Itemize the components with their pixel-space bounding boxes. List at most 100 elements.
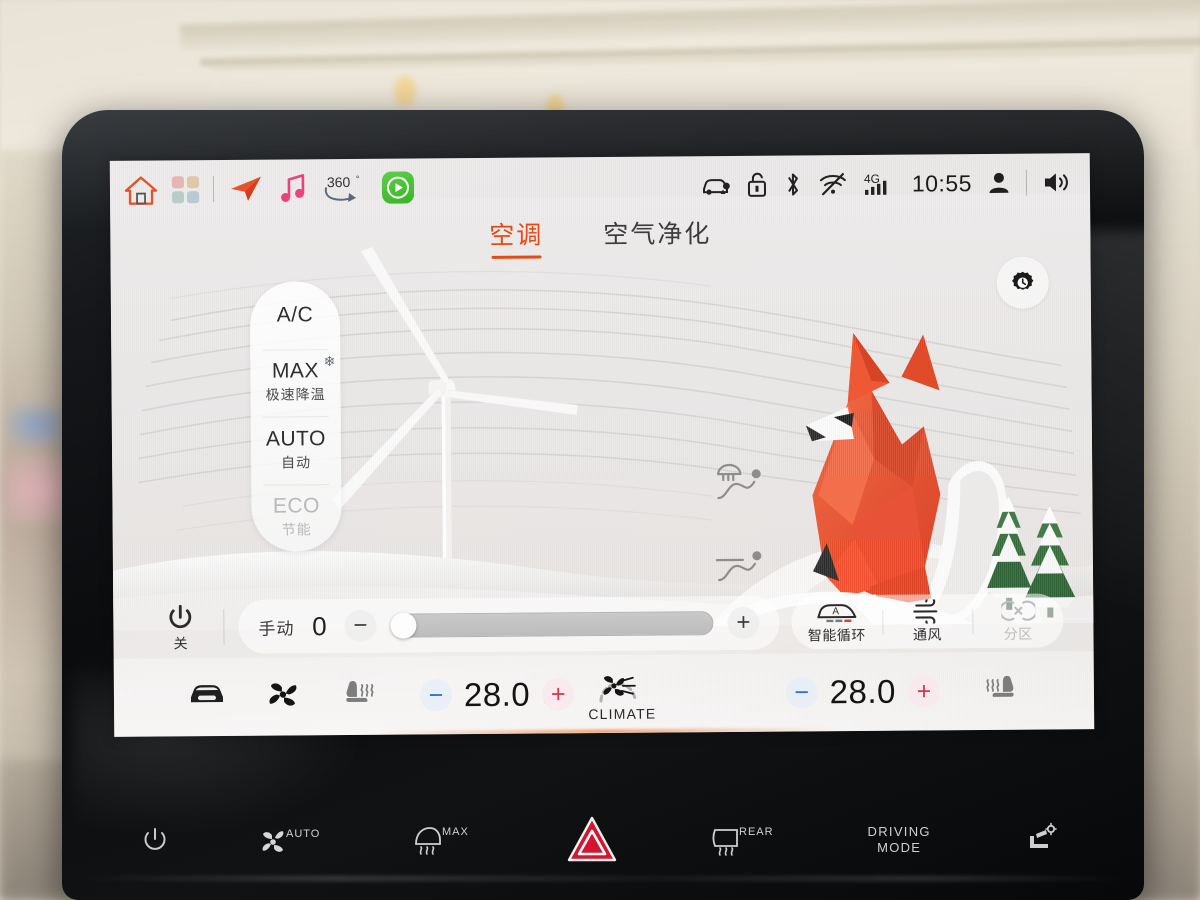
hazard-button-hw[interactable] bbox=[565, 814, 619, 866]
network-type-label: 4G bbox=[864, 172, 880, 186]
fan-control-bar: 关 手动 0 − + A 智能循环 通风 分区 bbox=[143, 589, 1064, 658]
driver-temp-increase-button[interactable]: + bbox=[542, 678, 575, 711]
fan-icon bbox=[269, 682, 297, 706]
clock: 10:55 bbox=[911, 169, 973, 197]
gear-icon bbox=[1012, 271, 1034, 290]
status-bar: 360 ° 4G 10:55 bbox=[110, 153, 1090, 219]
mode-sublabel-max: 极速降温 bbox=[265, 386, 326, 403]
climate-button[interactable]: CLIMATE bbox=[574, 666, 670, 722]
seat-adjust-icon bbox=[1029, 822, 1057, 848]
fan-button[interactable] bbox=[266, 678, 300, 715]
auto-label: AUTO bbox=[286, 828, 320, 840]
fan-auto-button-hw[interactable]: AUTO bbox=[259, 823, 321, 857]
passenger-temp-group: − 28.0 + bbox=[785, 672, 941, 711]
music-icon[interactable] bbox=[278, 172, 308, 204]
hardware-button-row: AUTO MAX REAR DRIVING MODE bbox=[62, 805, 1138, 875]
grid-cell-4 bbox=[186, 190, 200, 203]
car-front-icon bbox=[190, 684, 224, 702]
status-bar-left: 360 ° bbox=[124, 170, 415, 206]
climate-icon bbox=[599, 675, 637, 703]
power-icon bbox=[144, 828, 166, 850]
driver-temp-group: − 28.0 + bbox=[419, 675, 575, 714]
power-button-hw[interactable] bbox=[140, 824, 170, 856]
passenger-temp-increase-button[interactable]: + bbox=[907, 675, 941, 708]
ceiling-light-1 bbox=[394, 76, 416, 106]
air-mode-dual-zone[interactable]: 分区 bbox=[973, 598, 1064, 644]
air-mode-smart-recirculation[interactable]: A 智能循环 bbox=[791, 599, 882, 645]
dock-left-group: − 28.0 + bbox=[114, 675, 575, 718]
status-divider-left bbox=[212, 176, 215, 203]
fan-speed-value: 0 bbox=[312, 610, 327, 641]
fan-speed-panel: 手动 0 − + bbox=[238, 595, 780, 654]
fan-speed-slider[interactable] bbox=[390, 610, 714, 639]
mode-label-eco: ECO bbox=[272, 494, 321, 518]
air-mode-label-dual-zone: 分区 bbox=[1003, 625, 1033, 642]
seat-adjust-button-hw[interactable] bbox=[1020, 822, 1060, 858]
mode-button-max[interactable]: MAX ❄ 极速降温 bbox=[250, 349, 341, 417]
heated-seat-right-icon bbox=[986, 675, 1014, 697]
section-tabs: 空调 空气净化 bbox=[110, 211, 1090, 262]
ventilation-icon bbox=[913, 598, 938, 624]
rear-defrost-icon: REAR bbox=[713, 826, 773, 856]
wifi-off-icon[interactable] bbox=[818, 171, 848, 197]
climate-label: CLIMATE bbox=[588, 705, 657, 722]
car-location-icon[interactable] bbox=[701, 173, 731, 197]
background-blue-blur bbox=[8, 405, 68, 445]
climate-dock: − 28.0 + CLIMATE − 28.0 + bbox=[113, 651, 1095, 737]
tab-air-conditioning[interactable]: 空调 bbox=[489, 215, 543, 258]
heated-seat-left-button[interactable] bbox=[340, 676, 380, 715]
apps-grid-icon[interactable] bbox=[171, 175, 200, 203]
fan-decrease-button[interactable]: − bbox=[344, 609, 377, 643]
unlock-icon[interactable] bbox=[746, 172, 768, 198]
power-icon bbox=[169, 604, 192, 628]
infotainment-screen: 360 ° 4G 10:55 空调 空气净化 A/C MAX ❄ 极速降温 AU… bbox=[109, 153, 1095, 737]
settings-button[interactable] bbox=[996, 256, 1049, 309]
grid-cell-1 bbox=[171, 175, 184, 188]
user-profile-icon[interactable] bbox=[987, 170, 1011, 196]
fan-auto-icon: AUTO bbox=[262, 828, 320, 852]
cellular-4g-icon[interactable]: 4G bbox=[863, 170, 897, 198]
power-label: 关 bbox=[173, 634, 188, 651]
hazard-icon bbox=[568, 816, 617, 862]
tab-air-purification[interactable]: 空气净化 bbox=[603, 214, 711, 258]
mode-button-eco[interactable]: ECO 节能 bbox=[251, 484, 342, 552]
passenger-temp-value: 28.0 bbox=[829, 672, 897, 711]
car-front-button[interactable] bbox=[188, 680, 226, 713]
heated-seat-right-button[interactable] bbox=[980, 671, 1020, 710]
bezel-bottom-shine bbox=[70, 876, 1130, 881]
mode-button-auto[interactable]: AUTO 自动 bbox=[251, 416, 342, 484]
max-defrost-icon: MAX bbox=[415, 826, 468, 855]
rear-defrost-button-hw[interactable]: REAR bbox=[708, 822, 778, 858]
mode-label-auto: AUTO bbox=[265, 426, 327, 451]
surround-view-label: 360 bbox=[327, 174, 351, 190]
max-defrost-button-hw[interactable]: MAX bbox=[410, 822, 476, 858]
air-mode-ventilation[interactable]: 通风 bbox=[882, 598, 973, 645]
slider-knob[interactable] bbox=[390, 612, 417, 639]
mode-label: MODE bbox=[877, 840, 922, 855]
driver-temp-decrease-button[interactable]: − bbox=[419, 679, 453, 712]
fan-increase-button[interactable]: + bbox=[727, 606, 760, 640]
snowflake-icon: ❄ bbox=[323, 353, 336, 370]
air-mode-panel: A 智能循环 通风 分区 bbox=[791, 593, 1064, 650]
navigation-icon[interactable] bbox=[228, 174, 264, 204]
mode-label-max: MAX ❄ bbox=[272, 353, 336, 383]
carplay-icon[interactable] bbox=[381, 171, 415, 204]
air-mode-label-ventilation: 通风 bbox=[912, 625, 943, 643]
passenger-temp-decrease-button[interactable]: − bbox=[785, 676, 818, 709]
degree-symbol: ° bbox=[356, 174, 360, 184]
grid-cell-2 bbox=[186, 175, 199, 188]
mode-button-ac[interactable]: A/C bbox=[250, 281, 341, 349]
driver-temp-value: 28.0 bbox=[463, 675, 531, 714]
dock-right-group: − 28.0 + bbox=[670, 671, 1094, 713]
climate-power-button[interactable]: 关 bbox=[143, 602, 217, 654]
driving-mode-button-hw[interactable]: DRIVING MODE bbox=[868, 824, 931, 857]
mode-label-ac: A/C bbox=[276, 302, 314, 327]
mode-sublabel-auto: 自动 bbox=[281, 454, 312, 471]
status-bar-right: 4G 10:55 bbox=[701, 168, 1074, 199]
auto-letter: A bbox=[833, 606, 840, 617]
surround-view-360-icon[interactable]: 360 ° bbox=[322, 171, 368, 205]
home-icon[interactable] bbox=[124, 173, 158, 205]
volume-icon[interactable] bbox=[1042, 168, 1074, 196]
bluetooth-icon[interactable] bbox=[783, 170, 803, 198]
car-auto-recirculation-icon: A bbox=[817, 603, 857, 622]
